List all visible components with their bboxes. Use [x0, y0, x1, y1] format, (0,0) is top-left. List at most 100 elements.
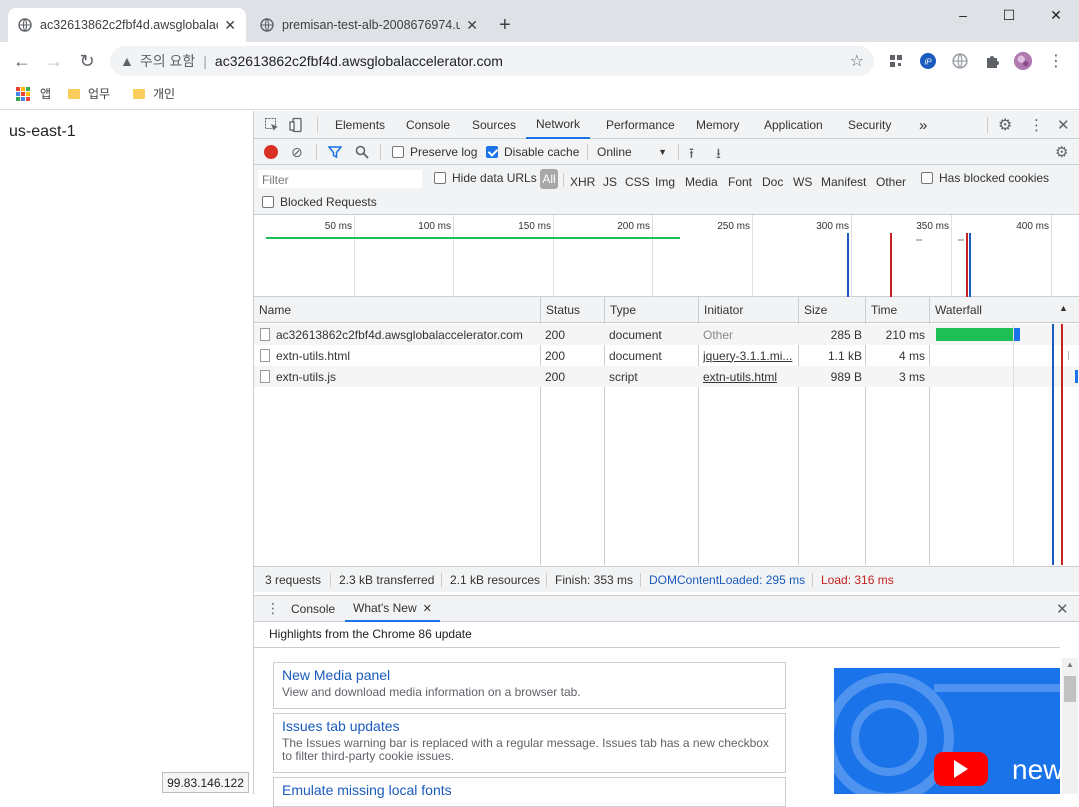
sort-up-icon[interactable]: ▲ — [1059, 303, 1068, 313]
forward-button[interactable]: → — [42, 49, 66, 73]
extensions-puzzle-icon[interactable] — [982, 51, 1002, 71]
whats-new-card[interactable]: Issues tab updates The Issues warning ba… — [273, 713, 786, 773]
new-tab-button[interactable]: + — [499, 14, 511, 37]
filter-type-font[interactable]: Font — [728, 175, 752, 189]
import-har-icon[interactable]: ⭱ — [689, 143, 694, 167]
column-time[interactable]: Time — [866, 297, 929, 323]
tab-close-icon[interactable]: ✕ — [224, 17, 236, 34]
youtube-play-icon[interactable] — [934, 752, 988, 786]
tab-close-icon[interactable]: ✕ — [466, 17, 478, 34]
bookmark-star-icon[interactable]: ☆ — [850, 51, 864, 71]
tab-memory[interactable]: Memory — [696, 111, 739, 139]
security-warning-text[interactable]: 주의 요함 — [140, 51, 195, 71]
request-initiator-link[interactable]: extn-utils.html — [703, 366, 777, 387]
network-settings-gear-icon[interactable]: ⚙ — [1055, 143, 1068, 161]
card-title[interactable]: Emulate missing local fonts — [282, 782, 777, 798]
close-window-button[interactable]: ✕ — [1033, 0, 1079, 30]
back-button[interactable]: ← — [10, 49, 34, 73]
tab-sources[interactable]: Sources — [472, 111, 516, 139]
tab-elements[interactable]: Elements — [335, 111, 385, 139]
profile-avatar[interactable] — [1013, 51, 1033, 71]
devtools-menu-icon[interactable]: ⋮ — [1029, 111, 1044, 139]
drawer-tab-console[interactable]: Console — [291, 602, 335, 616]
table-row[interactable]: ac32613862c2fbf4d.awsglobalaccelerator.c… — [254, 324, 1079, 345]
checkbox-box[interactable] — [486, 146, 498, 158]
checkbox-box[interactable] — [262, 196, 274, 208]
checkbox-box[interactable] — [392, 146, 404, 158]
scroll-up-icon[interactable]: ▲ — [1066, 660, 1074, 669]
column-name[interactable]: Name — [254, 297, 540, 323]
table-row[interactable]: extn-utils.js 200 script extn-utils.html… — [254, 366, 1079, 387]
filter-funnel-icon[interactable] — [327, 145, 343, 162]
tab-performance[interactable]: Performance — [606, 111, 675, 139]
filter-type-other[interactable]: Other — [876, 175, 906, 189]
promo-video-thumbnail[interactable]: new — [834, 668, 1060, 794]
preserve-log-checkbox[interactable]: Preserve log — [392, 145, 477, 159]
whats-new-card[interactable]: Emulate missing local fonts — [273, 777, 786, 807]
close-tab-icon[interactable]: ✕ — [423, 602, 432, 615]
qr-code-icon[interactable] — [886, 51, 906, 71]
tab-active[interactable]: ac32613862c2fbf4d.awsglobalaccelerator.c… — [8, 8, 246, 42]
maximize-button[interactable]: ☐ — [986, 0, 1032, 30]
bookmark-apps[interactable]: 앱 — [16, 85, 51, 102]
column-size[interactable]: Size — [799, 297, 865, 323]
scrollbar-thumb[interactable] — [1064, 676, 1076, 702]
request-initiator-link[interactable]: jquery-3.1.1.mi... — [703, 345, 795, 366]
bookmark-folder-personal[interactable]: 개인 — [133, 85, 175, 102]
checkbox-box[interactable] — [434, 172, 446, 184]
card-title[interactable]: Issues tab updates — [282, 718, 777, 734]
globe-extension-icon[interactable] — [950, 51, 970, 71]
settings-gear-icon[interactable]: ⚙ — [998, 111, 1012, 139]
device-toolbar-icon[interactable] — [289, 111, 305, 139]
filter-type-js[interactable]: JS — [603, 175, 617, 189]
address-bar[interactable]: ▲ 주의 요함 | ac32613862c2fbf4d.awsglobalacc… — [110, 46, 874, 76]
browser-menu-icon[interactable]: ⋮ — [1046, 51, 1066, 71]
clear-icon[interactable]: ⊘ — [291, 144, 303, 161]
column-status[interactable]: Status — [541, 297, 604, 323]
filter-type-media[interactable]: Media — [685, 175, 718, 189]
drawer-menu-icon[interactable]: ⋮ — [266, 600, 280, 617]
ip-extension-icon[interactable]: iP — [918, 51, 938, 71]
filter-type-css[interactable]: CSS — [625, 175, 650, 189]
request-name[interactable]: ac32613862c2fbf4d.awsglobalaccelerator.c… — [260, 324, 538, 345]
drawer-scrollbar[interactable]: ▲ — [1062, 658, 1078, 794]
inspect-element-icon[interactable] — [264, 111, 280, 139]
filter-type-xhr[interactable]: XHR — [570, 175, 595, 189]
filter-type-doc[interactable]: Doc — [762, 175, 783, 189]
tab-inactive[interactable]: premisan-test-alb-2008676974.us-east-1.e… — [250, 8, 488, 42]
filter-type-all[interactable]: All — [540, 169, 558, 189]
close-drawer-icon[interactable]: ✕ — [1056, 600, 1069, 618]
whats-new-card[interactable]: New Media panel View and download media … — [273, 662, 786, 709]
network-overview-timeline[interactable]: 50 ms 100 ms 150 ms 200 ms 250 ms 300 ms… — [254, 215, 1079, 297]
card-title[interactable]: New Media panel — [282, 667, 777, 683]
more-tabs-icon[interactable]: » — [919, 111, 927, 139]
tab-network[interactable]: Network — [526, 111, 591, 139]
table-row[interactable]: extn-utils.html 200 document jquery-3.1.… — [254, 345, 1079, 366]
record-icon[interactable] — [264, 145, 278, 159]
checkbox-box[interactable] — [921, 172, 933, 184]
drawer-tab-whats-new[interactable]: What's New ✕ — [345, 596, 440, 622]
column-waterfall[interactable]: Waterfall — [930, 297, 1079, 323]
warning-icon[interactable]: ▲ — [120, 53, 134, 69]
reload-button[interactable]: ↻ — [75, 49, 99, 73]
column-type[interactable]: Type — [605, 297, 698, 323]
bookmark-folder-work[interactable]: 업무 — [68, 85, 110, 102]
filter-type-ws[interactable]: WS — [793, 175, 812, 189]
minimize-button[interactable]: – — [940, 0, 986, 30]
request-name[interactable]: extn-utils.js — [260, 366, 538, 387]
tab-security[interactable]: Security — [848, 111, 891, 139]
column-initiator[interactable]: Initiator — [699, 297, 798, 323]
tab-console[interactable]: Console — [406, 111, 450, 139]
filter-type-manifest[interactable]: Manifest — [821, 175, 866, 189]
close-devtools-icon[interactable]: ✕ — [1057, 111, 1070, 139]
hide-data-urls-checkbox[interactable]: Hide data URLs — [434, 171, 537, 185]
tab-application[interactable]: Application — [764, 111, 823, 139]
blocked-requests-checkbox[interactable]: Blocked Requests — [262, 195, 377, 209]
url-text[interactable]: ac32613862c2fbf4d.awsglobalaccelerator.c… — [215, 53, 503, 69]
has-blocked-cookies-checkbox[interactable]: Has blocked cookies — [921, 171, 1049, 185]
throttling-select[interactable]: Online ▼ — [597, 145, 667, 159]
export-har-icon[interactable]: ⭳ — [716, 143, 721, 167]
filter-input[interactable]: Filter — [258, 170, 422, 188]
disable-cache-checkbox[interactable]: Disable cache — [486, 145, 579, 159]
request-name[interactable]: extn-utils.html — [260, 345, 538, 366]
